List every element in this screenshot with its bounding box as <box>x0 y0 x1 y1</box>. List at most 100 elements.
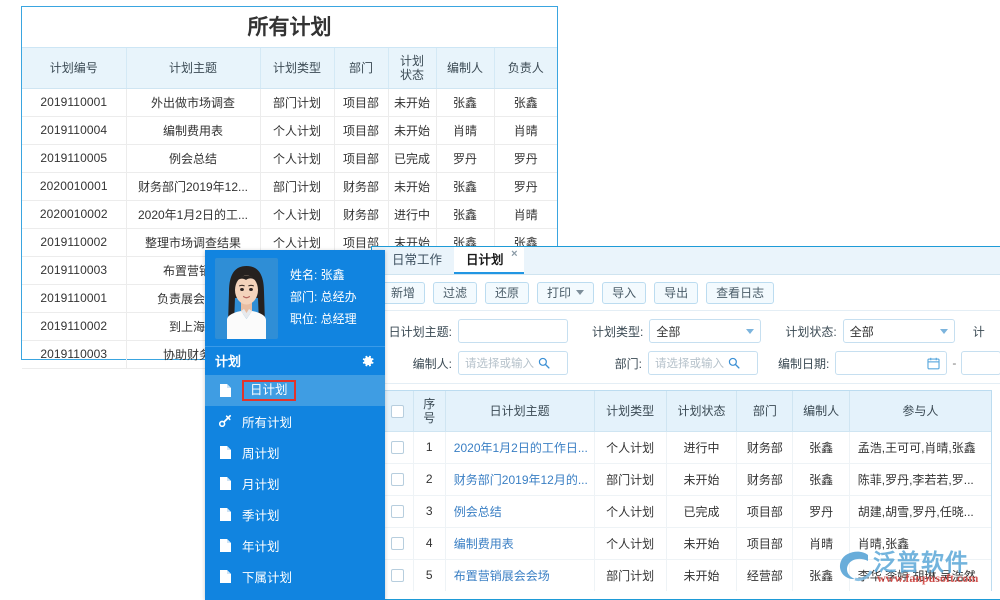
add-button[interactable]: 新增 <box>381 282 425 304</box>
row-select-cell[interactable] <box>383 431 413 463</box>
cell-owner: 肖晴 <box>494 200 557 228</box>
row-checkbox[interactable] <box>391 505 404 518</box>
table-row[interactable]: 3例会总结个人计划已完成项目部罗丹胡建,胡雪,罗丹,任晓... <box>383 495 991 527</box>
filter-type-label: 计划类型: <box>592 323 649 340</box>
select-all-checkbox[interactable] <box>391 405 404 418</box>
sidebar-item-7[interactable]: 下属计划 <box>205 561 385 592</box>
row-select-cell[interactable] <box>383 463 413 495</box>
sidebar-item-1[interactable]: 日计划 <box>205 375 385 406</box>
filter-date-group: 编制日期: - <box>778 351 1000 375</box>
dept-input[interactable]: 请选择或输入 <box>648 351 758 375</box>
cell-plan-code: 2019110002 <box>22 312 126 340</box>
creator-input[interactable]: 请选择或输入 <box>458 351 568 375</box>
sidebar-item-label: 周计划 <box>242 443 280 462</box>
daily-plan-window: 日常工作 日计划 × 新增 过滤 还原 打印 导入 导出 查看日志 日计划主题: <box>371 246 1000 600</box>
table-row[interactable]: 2019110004编制费用表个人计划项目部未开始肖晴肖晴 <box>22 116 557 144</box>
all-plans-title: 所有计划 <box>22 7 557 48</box>
document-icon <box>219 507 232 522</box>
gear-icon[interactable] <box>361 354 375 368</box>
select-all-cell[interactable] <box>383 391 413 431</box>
tab-daily-plan-label: 日计划 <box>466 253 504 267</box>
cell-subject[interactable]: 2020年1月2日的工作日... <box>445 431 594 463</box>
plan-status-select[interactable]: 全部 <box>843 319 955 343</box>
sidebar-item-4[interactable]: 月计划 <box>205 468 385 499</box>
cell-plan-code: 2019110004 <box>22 116 126 144</box>
cell-subject[interactable]: 例会总结 <box>445 495 594 527</box>
date-to-input[interactable] <box>961 351 1000 375</box>
sidebar-item-2[interactable]: 所有计划 <box>205 406 385 437</box>
subject-input[interactable] <box>458 319 568 343</box>
table-row[interactable]: 20200100022020年1月2日的工...个人计划财务部进行中张鑫肖晴 <box>22 200 557 228</box>
row-checkbox[interactable] <box>391 473 404 486</box>
cell-plan-type: 个人计划 <box>260 200 334 228</box>
filter-creator-group: 编制人: 请选择或输入 <box>380 351 568 375</box>
restore-button[interactable]: 还原 <box>485 282 529 304</box>
cell-plan-status: 已完成 <box>388 144 436 172</box>
cell-plan-status: 未开始 <box>388 88 436 116</box>
cell-plan-code: 2020010002 <box>22 200 126 228</box>
cell-plan-code: 2019110001 <box>22 284 126 312</box>
import-button[interactable]: 导入 <box>602 282 646 304</box>
cell-department: 财务部 <box>334 172 388 200</box>
table-row[interactable]: 5布置营销展会会场部门计划未开始经营部张鑫李华,李婷,胡琳,吴浩然 <box>383 559 991 591</box>
profile-name: 姓名: 张鑫 <box>290 264 357 286</box>
sidebar-item-5[interactable]: 季计划 <box>205 499 385 530</box>
grid-col-dept: 部门 <box>737 391 793 431</box>
calendar-icon[interactable] <box>927 357 940 370</box>
filter-button[interactable]: 过滤 <box>433 282 477 304</box>
table-row[interactable]: 12020年1月2日的工作日...个人计划进行中财务部张鑫孟浩,王可可,肖晴,张… <box>383 431 991 463</box>
cell-type: 部门计划 <box>594 559 666 591</box>
search-icon[interactable] <box>728 357 740 369</box>
print-button[interactable]: 打印 <box>537 282 594 304</box>
cell-plan-type: 部门计划 <box>260 172 334 200</box>
tab-daily-plan[interactable]: 日计划 × <box>454 247 524 274</box>
col-owner: 负责人 <box>494 48 557 88</box>
row-select-cell[interactable] <box>383 495 413 527</box>
cell-plan-code: 2019110001 <box>22 88 126 116</box>
cell-type: 个人计划 <box>594 527 666 559</box>
search-icon[interactable] <box>538 357 550 369</box>
table-row[interactable]: 4编制费用表个人计划未开始项目部肖晴肖晴,张鑫 <box>383 527 991 559</box>
cell-department: 项目部 <box>334 116 388 144</box>
document-icon <box>219 383 232 398</box>
grid-col-subject: 日计划主题 <box>445 391 594 431</box>
cell-owner: 罗丹 <box>494 144 557 172</box>
export-button[interactable]: 导出 <box>654 282 698 304</box>
date-from-input[interactable] <box>835 351 947 375</box>
cell-department: 财务部 <box>334 200 388 228</box>
row-checkbox[interactable] <box>391 537 404 550</box>
cell-department: 项目部 <box>334 144 388 172</box>
avatar <box>215 258 278 339</box>
grid-col-type: 计划类型 <box>594 391 666 431</box>
cell-subject[interactable]: 布置营销展会会场 <box>445 559 594 591</box>
cell-creator: 张鑫 <box>436 88 494 116</box>
cell-department: 项目部 <box>334 88 388 116</box>
row-select-cell[interactable] <box>383 527 413 559</box>
cell-seq: 4 <box>413 527 445 559</box>
row-select-cell[interactable] <box>383 559 413 591</box>
plan-type-select[interactable]: 全部 <box>649 319 761 343</box>
filter-dept-group: 部门: 请选择或输入 <box>592 351 758 375</box>
grid-col-status: 计划状态 <box>666 391 736 431</box>
col-creator: 编制人 <box>436 48 494 88</box>
row-checkbox[interactable] <box>391 441 404 454</box>
cell-subject[interactable]: 财务部门2019年12月的... <box>445 463 594 495</box>
view-log-button[interactable]: 查看日志 <box>706 282 774 304</box>
filter-panel: 日计划主题: 计划类型: 全部 计划状态: 全部 <box>372 311 1000 384</box>
row-checkbox[interactable] <box>391 569 404 582</box>
cell-plan-code: 2019110002 <box>22 228 126 256</box>
table-row[interactable]: 2020010001财务部门2019年12...部门计划财务部未开始张鑫罗丹 <box>22 172 557 200</box>
tab-daily-work[interactable]: 日常工作 <box>380 247 454 274</box>
user-profile-card: 姓名: 张鑫 部门: 总经办 职位: 总经理 <box>205 250 385 346</box>
cell-subject[interactable]: 编制费用表 <box>445 527 594 559</box>
table-row[interactable]: 2019110005例会总结个人计划项目部已完成罗丹罗丹 <box>22 144 557 172</box>
close-icon[interactable]: × <box>511 248 517 260</box>
table-row[interactable]: 2财务部门2019年12月的...部门计划未开始财务部张鑫陈菲,罗丹,李若若,罗… <box>383 463 991 495</box>
sidebar-header-label: 计划 <box>215 347 241 376</box>
cell-creator: 张鑫 <box>436 172 494 200</box>
sidebar-item-3[interactable]: 周计划 <box>205 437 385 468</box>
table-row[interactable]: 2019110001外出做市场调查部门计划项目部未开始张鑫张鑫 <box>22 88 557 116</box>
cell-plan-subject: 编制费用表 <box>126 116 260 144</box>
filter-date-label: 编制日期: <box>778 355 835 372</box>
sidebar-item-6[interactable]: 年计划 <box>205 530 385 561</box>
